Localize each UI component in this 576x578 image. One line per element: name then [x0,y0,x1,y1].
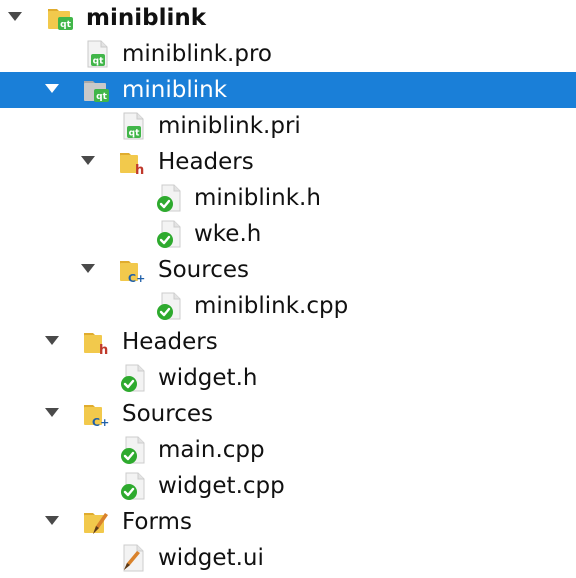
svg-text:qt: qt [93,57,104,67]
tree-item-widget-cpp[interactable]: widget.cpp [0,468,576,504]
tree-item-miniblink-pro[interactable]: qt miniblink.pro [0,36,576,72]
tree-item-label: main.cpp [158,437,265,463]
tree-item-label: Headers [158,149,254,175]
sources-folder-icon: C+ [120,261,145,285]
project-tree: qt miniblink qt miniblink.pro qt minibli… [0,0,576,578]
qt-pro-file-icon: qt [87,40,108,68]
svg-text:h: h [135,163,144,177]
tree-item-label: widget.ui [158,545,264,571]
qt-pri-file-icon: qt [123,112,144,140]
expand-arrow-icon[interactable] [81,156,95,165]
tree-item-wke-h[interactable]: wke.h [0,216,576,252]
header-file-check-icon [157,220,181,248]
tree-item-label: widget.cpp [158,473,285,499]
expand-arrow-icon[interactable] [45,408,59,417]
svg-text:C+: C+ [128,272,145,285]
expand-arrow-icon[interactable] [45,84,59,93]
tree-item-widget-ui[interactable]: widget.ui [0,540,576,576]
tree-item-label: miniblink [122,77,228,103]
header-file-check-icon [121,364,145,392]
forms-folder-icon [84,513,108,534]
tree-item-label: miniblink.h [194,185,321,211]
tree-item-label: Sources [158,257,249,283]
tree-item-sources[interactable]: C+ Sources [0,252,576,288]
tree-item-label: miniblink.pro [122,41,272,67]
svg-text:qt: qt [60,20,71,30]
tree-item-forms[interactable]: Forms [0,504,576,540]
qt-project-folder-icon: qt [48,9,73,30]
tree-item-main-cpp[interactable]: main.cpp [0,432,576,468]
ui-form-file-icon [123,544,144,572]
expand-arrow-icon[interactable] [45,516,59,525]
sources-folder-icon: C+ [84,405,109,429]
svg-text:C+: C+ [92,416,109,429]
source-file-check-icon [157,292,181,320]
tree-item-label: widget.h [158,365,258,391]
tree-item-miniblink-cpp[interactable]: miniblink.cpp [0,288,576,324]
tree-item-label: Forms [122,509,192,535]
tree-item-miniblink-subproject[interactable]: qt miniblink [0,72,576,108]
svg-text:qt: qt [129,129,140,139]
tree-item-label: miniblink [86,5,207,31]
tree-item-headers[interactable]: h Headers [0,144,576,180]
source-file-check-icon [121,436,145,464]
tree-item-sources[interactable]: C+ Sources [0,396,576,432]
tree-item-label: wke.h [194,221,262,247]
tree-item-miniblink-pri[interactable]: qt miniblink.pri [0,108,576,144]
tree-item-miniblink-h[interactable]: miniblink.h [0,180,576,216]
source-file-check-icon [121,472,145,500]
qt-subproject-folder-icon: qt [84,81,109,102]
headers-folder-icon: h [84,333,108,357]
expand-arrow-icon[interactable] [45,336,59,345]
tree-item-headers[interactable]: h Headers [0,324,576,360]
tree-item-label: Sources [122,401,213,427]
tree-item-widget-h[interactable]: widget.h [0,360,576,396]
tree-item-label: Headers [122,329,218,355]
headers-folder-icon: h [120,153,144,177]
expand-arrow-icon[interactable] [8,12,22,21]
tree-item-label: miniblink.cpp [194,293,349,319]
svg-text:qt: qt [96,92,107,102]
tree-item-miniblink-project[interactable]: qt miniblink [0,0,576,36]
expand-arrow-icon[interactable] [81,264,95,273]
header-file-check-icon [157,184,181,212]
svg-text:h: h [99,343,108,357]
tree-item-label: miniblink.pri [158,113,301,139]
